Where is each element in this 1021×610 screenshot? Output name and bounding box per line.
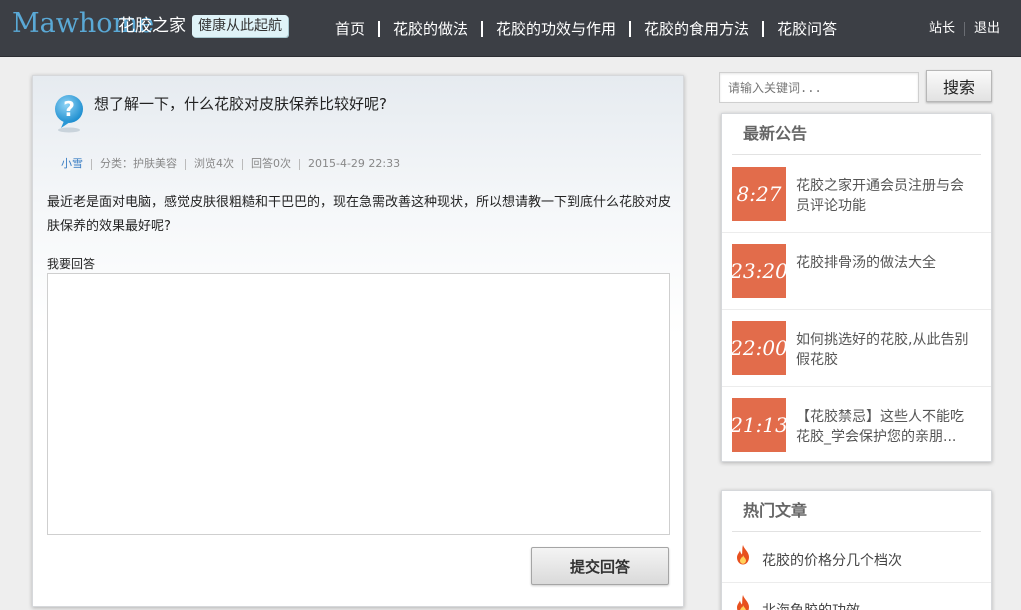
notice-time-badge: 22:00 xyxy=(730,321,788,375)
question-category: 分类：护肤美容 xyxy=(100,157,177,170)
svg-text:?: ? xyxy=(63,97,75,121)
nav-benefits[interactable]: 花胶的功效与作用 xyxy=(483,18,629,40)
site-slogan: 健康从此起航 xyxy=(192,15,288,37)
nav-qa[interactable]: 花胶问答 xyxy=(764,18,850,40)
question-title: 想了解一下，什么花胶对皮肤保养比较好呢? xyxy=(94,95,387,113)
logo-chinese: 花胶之家 xyxy=(118,16,186,36)
notice-link[interactable]: 如何挑选好的花胶,从此告别假花胶 xyxy=(796,330,976,370)
notice-time-badge: 23:20 xyxy=(730,244,788,298)
nav-recipes[interactable]: 花胶的做法 xyxy=(380,18,481,40)
notices-title: 最新公告 xyxy=(732,114,981,155)
question-date: 2015-4-29 22:33 xyxy=(308,157,401,170)
hot-article-link[interactable]: 北海鱼胶的功效 xyxy=(762,601,860,610)
answer-count: 回答0次 xyxy=(251,157,291,170)
answer-textarea[interactable] xyxy=(47,273,670,535)
question-panel: ? 想了解一下，什么花胶对皮肤保养比较好呢? 小雪 分类：护肤美容 浏览4次 回… xyxy=(32,75,684,607)
search-input[interactable] xyxy=(719,72,919,103)
view-count: 浏览4次 xyxy=(194,157,234,170)
question-meta: 小雪 分类：护肤美容 浏览4次 回答0次 2015-4-29 22:33 xyxy=(61,156,408,172)
fire-icon xyxy=(737,595,749,610)
logout-link[interactable]: 退出 xyxy=(965,20,1009,38)
question-bubble-icon: ? xyxy=(55,95,83,133)
notice-link[interactable]: 花胶排骨汤的做法大全 xyxy=(796,253,976,273)
notice-link[interactable]: 【花胶禁忌】这些人不能吃花胶_学会保护您的亲朋... xyxy=(796,407,976,447)
notice-item[interactable]: 8:27 花胶之家开通会员注册与会员评论功能 xyxy=(722,156,991,233)
nav-home[interactable]: 首页 xyxy=(322,18,378,40)
submit-answer-button[interactable]: 提交回答 xyxy=(531,547,669,585)
top-header: Mawhome 花胶之家 健康从此起航 首页 花胶的做法 花胶的功效与作用 花胶… xyxy=(0,0,1021,57)
question-body: 最近老是面对电脑，感觉皮肤很粗糙和干巴巴的，现在急需改善这种现状，所以想请教一下… xyxy=(47,195,672,234)
hot-article-item[interactable]: 花胶的价格分几个档次 xyxy=(722,533,991,583)
notice-time-badge: 8:27 xyxy=(732,167,786,221)
hot-article-item[interactable]: 北海鱼胶的功效 xyxy=(722,583,991,610)
search-button[interactable]: 搜索 xyxy=(926,70,992,102)
latest-notices-box: 最新公告 8:27 花胶之家开通会员注册与会员评论功能 23:20 花胶排骨汤的… xyxy=(721,113,992,462)
fire-icon xyxy=(737,545,749,565)
notice-time-badge: 21:13 xyxy=(730,398,788,452)
notice-item[interactable]: 21:13 【花胶禁忌】这些人不能吃花胶_学会保护您的亲朋... xyxy=(722,387,991,464)
hot-articles-title: 热门文章 xyxy=(732,491,981,532)
user-links: 站长 退出 xyxy=(920,20,1009,38)
asker-name[interactable]: 小雪 xyxy=(61,156,91,172)
answer-label: 我要回答 xyxy=(47,257,96,271)
nav-eating-methods[interactable]: 花胶的食用方法 xyxy=(631,18,762,40)
notice-item[interactable]: 23:20 花胶排骨汤的做法大全 xyxy=(722,233,991,310)
notice-item[interactable]: 22:00 如何挑选好的花胶,从此告别假花胶 xyxy=(722,310,991,387)
hot-article-link[interactable]: 花胶的价格分几个档次 xyxy=(762,551,902,571)
admin-link[interactable]: 站长 xyxy=(920,20,964,38)
main-nav: 首页 花胶的做法 花胶的功效与作用 花胶的食用方法 花胶问答 xyxy=(322,18,850,40)
hot-articles-box: 热门文章 花胶的价格分几个档次 北海鱼胶的功效 xyxy=(721,490,992,610)
notice-link[interactable]: 花胶之家开通会员注册与会员评论功能 xyxy=(796,176,976,216)
